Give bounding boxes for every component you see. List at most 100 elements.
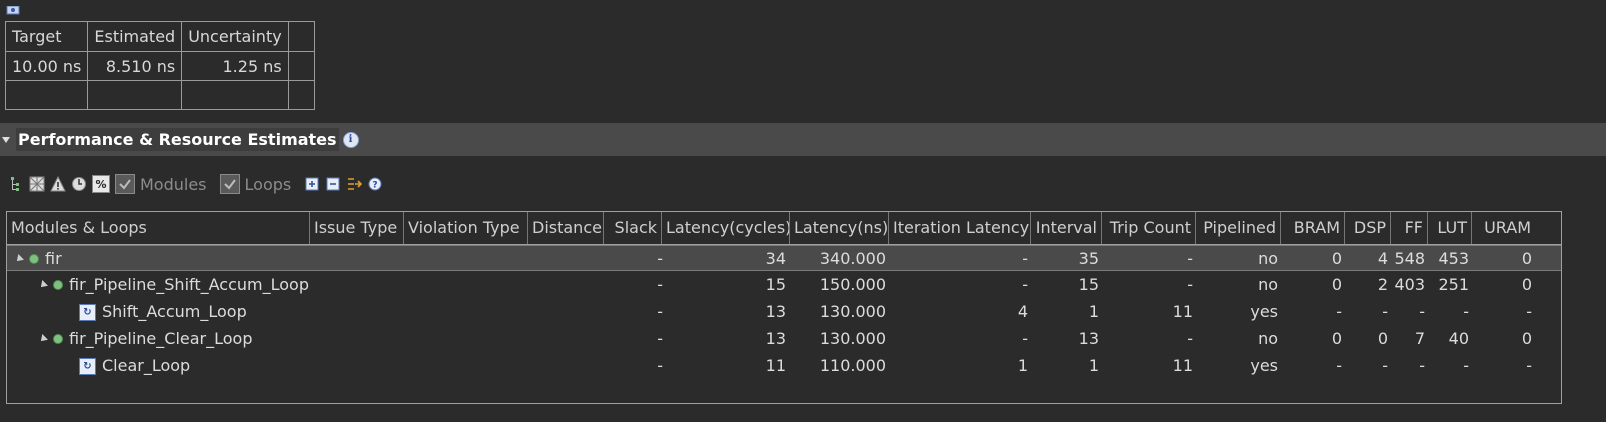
interval-cell: 35	[1078, 249, 1099, 268]
col-uram[interactable]: URAM	[1472, 212, 1535, 244]
col-interval[interactable]: Interval	[1031, 212, 1102, 244]
uram-cell: 0	[1521, 249, 1532, 268]
tree-node-clear-pipeline[interactable]: fir_Pipeline_Clear_Loop	[38, 326, 252, 352]
dsp-cell: -	[1382, 356, 1388, 375]
slack-cell: -	[657, 275, 663, 294]
bram-cell: 0	[1331, 329, 1342, 348]
timing-empty-cell	[287, 21, 315, 52]
tree-node-shift-accum-pipeline[interactable]: fir_Pipeline_Shift_Accum_Loop	[38, 272, 309, 298]
col-iteration-latency[interactable]: Iteration Latency	[889, 212, 1031, 244]
row-name: fir	[45, 249, 62, 268]
hierarchy-icon[interactable]	[8, 176, 24, 192]
warning-icon[interactable]	[50, 176, 66, 192]
col-pipelined[interactable]: Pipelined	[1196, 212, 1281, 244]
trip-count-cell: 11	[1172, 302, 1193, 321]
col-ff[interactable]: FF	[1391, 212, 1428, 244]
lut-cell: 453	[1438, 249, 1469, 268]
latency-ns-cell: 150.000	[819, 275, 886, 294]
expander-icon[interactable]	[14, 254, 24, 264]
modules-checkbox[interactable]	[115, 174, 135, 194]
pipelined-cell: no	[1258, 329, 1278, 348]
export-icon[interactable]	[346, 176, 363, 192]
row-name: Clear_Loop	[102, 356, 191, 375]
interval-cell: 1	[1088, 302, 1099, 321]
tree-node-fir[interactable]: fir	[14, 246, 62, 272]
uram-cell: -	[1526, 356, 1532, 375]
slack-cell: -	[657, 329, 663, 348]
loop-icon: ↻	[79, 357, 96, 375]
tree-node-shift-accum-loop[interactable]: ↻ Shift_Accum_Loop	[79, 299, 247, 325]
uram-cell: 0	[1521, 275, 1532, 294]
loops-checkbox-label: Loops	[244, 174, 292, 194]
col-dsp[interactable]: DSP	[1345, 212, 1391, 244]
latency-cycles-cell: 34	[765, 249, 786, 268]
modules-checkbox-label: Modules	[140, 174, 207, 194]
svg-text:?: ?	[373, 181, 378, 191]
tree-node-clear-loop[interactable]: ↻ Clear_Loop	[79, 353, 190, 379]
col-trip-count[interactable]: Trip Count	[1102, 212, 1196, 244]
grid-filter-icon[interactable]	[29, 176, 45, 192]
trip-count-cell: -	[1187, 275, 1193, 294]
interval-cell: 15	[1078, 275, 1099, 294]
help-icon[interactable]: ?	[367, 176, 383, 192]
timing-empty-cell	[287, 51, 315, 81]
module-icon	[53, 334, 63, 344]
pipelined-cell: yes	[1250, 302, 1278, 321]
section-title: Performance & Resource Estimates	[16, 128, 339, 151]
col-lut[interactable]: LUT	[1428, 212, 1472, 244]
estimates-toolbar: % Modules Loops ?	[8, 172, 383, 196]
uram-cell: 0	[1521, 329, 1532, 348]
loop-icon: ↻	[79, 303, 96, 321]
lut-cell: -	[1463, 356, 1469, 375]
performance-section-header[interactable]: Performance & Resource Estimates i	[0, 123, 1606, 156]
table-row[interactable]: fir_Pipeline_Clear_Loop - 13 130.000 - 1…	[7, 326, 1561, 352]
collapse-triangle-icon[interactable]	[2, 136, 10, 143]
col-bram[interactable]: BRAM	[1281, 212, 1345, 244]
interval-cell: 13	[1078, 329, 1099, 348]
info-icon[interactable]: i	[342, 131, 359, 148]
latency-ns-cell: 130.000	[819, 329, 886, 348]
table-row[interactable]: fir_Pipeline_Shift_Accum_Loop - 15 150.0…	[7, 272, 1561, 298]
row-name: fir_Pipeline_Shift_Accum_Loop	[69, 275, 309, 294]
col-slack[interactable]: Slack	[604, 212, 662, 244]
pipelined-cell: no	[1258, 275, 1278, 294]
ff-cell: 7	[1414, 329, 1425, 348]
table-row[interactable]: fir - 34 340.000 - 35 - no 0 4 548 453 0	[7, 245, 1561, 271]
report-icon	[6, 0, 20, 15]
loops-checkbox[interactable]	[219, 174, 240, 194]
dsp-cell: 2	[1377, 275, 1388, 294]
table-row[interactable]: ↻ Clear_Loop - 11 110.000 1 1 11 yes - -…	[7, 353, 1561, 379]
expand-all-icon[interactable]	[304, 176, 320, 192]
slack-cell: -	[657, 249, 663, 268]
col-modules-loops[interactable]: Modules & Loops	[7, 212, 310, 244]
latency-cycles-cell: 11	[765, 356, 786, 375]
timing-empty-cell	[87, 80, 183, 110]
expander-icon[interactable]	[38, 280, 48, 290]
trip-count-cell: -	[1187, 329, 1193, 348]
timing-empty-cell	[287, 80, 315, 110]
col-latency-ns[interactable]: Latency(ns)	[790, 212, 889, 244]
percent-icon[interactable]: %	[92, 175, 110, 193]
row-name: Shift_Accum_Loop	[102, 302, 247, 321]
timing-empty-cell	[4, 80, 89, 110]
timing-target-value: 10.00 ns	[4, 51, 89, 81]
col-issue-type[interactable]: Issue Type	[310, 212, 404, 244]
table-row[interactable]: ↻ Shift_Accum_Loop - 13 130.000 4 1 11 y…	[7, 299, 1561, 325]
timer-icon[interactable]	[71, 176, 87, 192]
bram-cell: -	[1336, 356, 1342, 375]
col-distance[interactable]: Distance	[528, 212, 604, 244]
interval-cell: 1	[1088, 356, 1099, 375]
iteration-latency-cell: 1	[1017, 356, 1028, 375]
bram-cell: 0	[1331, 275, 1342, 294]
ff-cell: 548	[1394, 249, 1425, 268]
expander-icon[interactable]	[38, 334, 48, 344]
grid-header-row: Modules & Loops Issue Type Violation Typ…	[7, 212, 1561, 245]
ff-cell: 403	[1394, 275, 1425, 294]
trip-count-cell: 11	[1172, 356, 1193, 375]
col-latency-cycles[interactable]: Latency(cycles)	[662, 212, 790, 244]
latency-ns-cell: 130.000	[819, 302, 886, 321]
dsp-cell: 0	[1377, 329, 1388, 348]
col-violation-type[interactable]: Violation Type	[404, 212, 528, 244]
collapse-all-icon[interactable]	[325, 176, 341, 192]
module-icon	[53, 280, 63, 290]
